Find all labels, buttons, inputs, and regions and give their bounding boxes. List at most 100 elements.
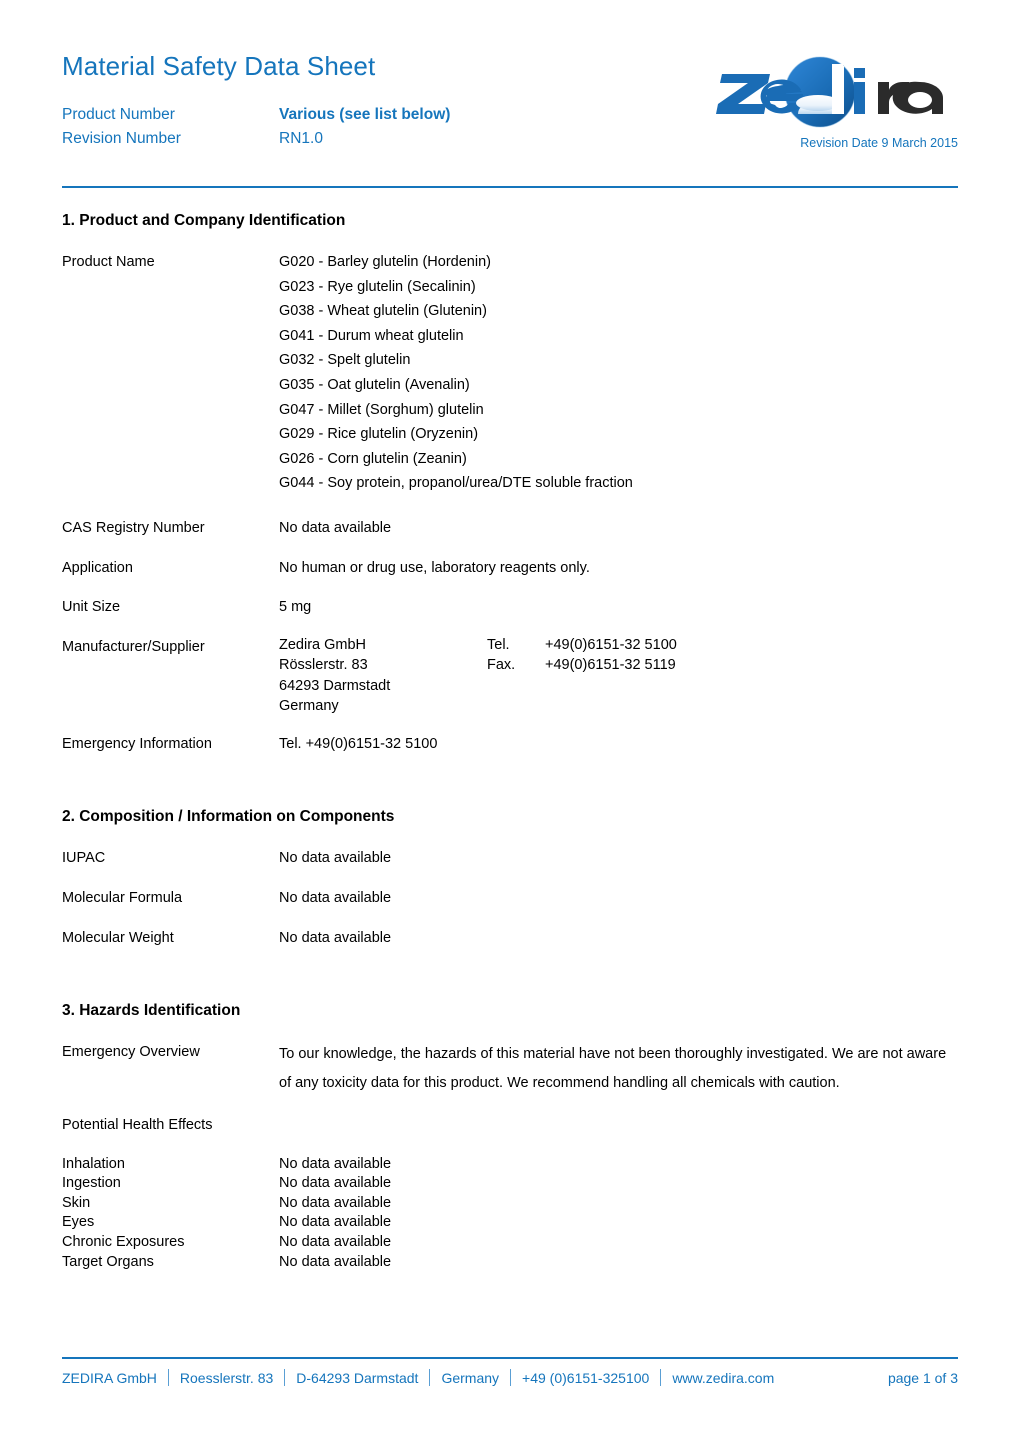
footer-company-info: ZEDIRA GmbH Roesslerstr. 83 D-64293 Darm… [62,1366,774,1386]
footer-separator [660,1369,662,1386]
emergency-information-label: Emergency Information [62,735,212,752]
table-row: Chronic Exposures No data available [62,1233,958,1253]
product-number-value: Various (see list below) [279,105,451,123]
product-list: G020 - Barley glutelin (Hordenin) G023 -… [279,250,958,496]
ingestion-label: Ingestion [62,1175,121,1192]
address-line: Germany [279,698,339,715]
footer-city: D-64293 Darmstadt [296,1370,419,1386]
list-item: G029 - Rice glutelin (Oryzenin) [279,426,479,443]
target-organs-value: No data available [279,1253,392,1270]
supplier-address: Zedira GmbH Rösslerstr. 83 64293 Darmsta… [279,635,487,717]
table-row: Skin No data available [62,1194,958,1214]
eyes-label: Eyes [62,1214,95,1231]
footer-country: Germany [441,1370,500,1386]
eyes-value: No data available [279,1214,392,1231]
molecular-weight-row: Molecular Weight No data available [62,926,958,951]
ingestion-value: No data available [279,1175,392,1192]
cas-registry-row: CAS Registry Number No data available [62,516,958,541]
inhalation-label: Inhalation [62,1155,125,1172]
emergency-overview-label: Emergency Overview [62,1044,200,1061]
footer-website-link[interactable]: www.zedira.com [672,1370,774,1386]
list-item: G041 - Durum wheat glutelin [279,327,464,344]
list-item: G044 - Soy protein, propanol/urea/DTE so… [279,475,633,492]
msds-page: Material Safety Data Sheet Product Numbe… [0,0,1020,1442]
footer-separator [167,1369,169,1386]
revision-number-label: Revision Number [62,129,181,147]
zedira-logo [708,52,970,132]
table-row: Ingestion No data available [62,1174,958,1194]
telephone-line: Tel. +49(0)6151-32 5100 [487,635,677,656]
list-item: G020 - Barley glutelin (Hordenin) [279,254,491,270]
list-item: G032 - Spelt glutelin [279,352,411,369]
cas-registry-label: CAS Registry Number [62,519,205,536]
chronic-exposures-value: No data available [279,1234,392,1251]
footer-separator [429,1369,431,1386]
section-1-title: 1. Product and Company Identification [62,212,346,229]
address-line: Rösslerstr. 83 [279,657,368,674]
potential-health-effects-row: Potential Health Effects [62,1113,958,1138]
list-item: G038 - Wheat glutelin (Glutenin) [279,303,487,320]
molecular-weight-value: No data available [279,929,392,946]
fax-key: Fax. [487,657,516,674]
header-divider [62,186,958,188]
unit-size-label: Unit Size [62,599,121,616]
zedira-logo-icon [716,56,943,128]
fax-value: +49(0)6151-32 5119 [545,657,676,674]
section-2-title: 2. Composition / Information on Componen… [62,808,395,826]
chronic-exposures-label: Chronic Exposures [62,1234,185,1251]
list-item: G035 - Oat glutelin (Avenalin) [279,376,470,393]
application-row: Application No human or drug use, labora… [62,556,958,581]
potential-health-effects-label: Potential Health Effects [62,1117,213,1134]
application-value: No human or drug use, laboratory reagent… [279,559,590,576]
iupac-value: No data available [279,850,392,867]
revision-date: Revision Date 9 March 2015 [800,135,958,150]
unit-size-row: Unit Size 5 mg [62,595,958,620]
emergency-information-row: Emergency Information Tel. +49(0)6151-32… [62,732,958,757]
supplier-row: Manufacturer/Supplier Zedira GmbH Rössle… [62,635,958,717]
inhalation-value: No data available [279,1155,392,1172]
emergency-information-value: Tel. +49(0)6151-32 5100 [279,735,438,752]
skin-label: Skin [62,1194,91,1211]
revision-number-value: RN1.0 [279,129,323,147]
product-name-label: Product Name [62,254,155,270]
skin-value: No data available [279,1194,392,1211]
application-label: Application [62,559,133,576]
telephone-key: Tel. [487,636,510,653]
health-effects-table: Inhalation No data available Ingestion N… [62,1155,958,1273]
table-row: Eyes No data available [62,1213,958,1233]
footer-divider [62,1357,958,1359]
product-number-label: Product Number [62,105,175,123]
emergency-overview-row: Emergency Overview To our knowledge, the… [62,1040,958,1098]
section-3-title: 3. Hazards Identification [62,1002,241,1020]
page-indicator: page 1 of 3 [887,1370,958,1386]
table-row: Target Organs No data available [62,1253,958,1273]
fax-line: Fax. +49(0)6151-32 5119 [487,655,677,676]
telephone-value: +49(0)6151-32 5100 [545,636,677,653]
footer-phone: +49 (0)6151-325100 [522,1370,650,1386]
document-footer: ZEDIRA GmbH Roesslerstr. 83 D-64293 Darm… [62,1357,958,1386]
supplier-value: Zedira GmbH Rösslerstr. 83 64293 Darmsta… [279,635,958,717]
address-line: 64293 Darmstadt [279,677,391,694]
molecular-formula-label: Molecular Formula [62,889,183,906]
emergency-overview-text: To our knowledge, the hazards of this ma… [279,1046,947,1092]
footer-separator [284,1369,286,1386]
unit-size-value: 5 mg [279,599,312,616]
footer-street: Roesslerstr. 83 [179,1370,274,1386]
address-line: Zedira GmbH [279,636,367,653]
supplier-label: Manufacturer/Supplier [62,638,205,655]
supplier-details: Zedira GmbH Rösslerstr. 83 64293 Darmsta… [279,635,958,717]
list-item: G047 - Millet (Sorghum) glutelin [279,401,484,418]
molecular-formula-row: Molecular Formula No data available [62,886,958,911]
product-name-value: G020 - Barley glutelin (Hordenin) G023 -… [279,250,958,496]
molecular-weight-label: Molecular Weight [62,929,174,946]
list-item: G023 - Rye glutelin (Secalinin) [279,278,476,295]
supplier-contact: Tel. +49(0)6151-32 5100 Fax. +49(0)6151-… [487,635,677,676]
footer-separator [510,1369,512,1386]
target-organs-label: Target Organs [62,1253,154,1270]
table-row: Inhalation No data available [62,1155,958,1175]
document-body: 1. Product and Company Identification Pr… [62,208,958,1272]
molecular-formula-value: No data available [279,889,392,906]
iupac-row: IUPAC No data available [62,846,958,871]
cas-registry-value: No data available [279,519,392,536]
iupac-label: IUPAC [62,850,106,867]
